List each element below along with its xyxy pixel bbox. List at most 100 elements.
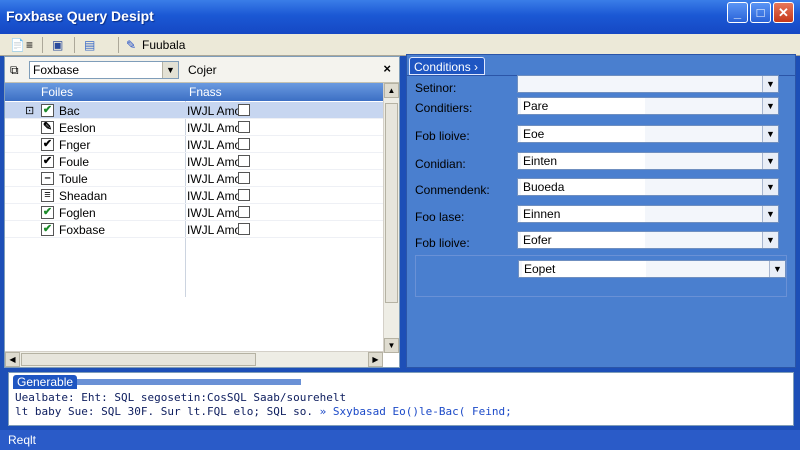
scroll-right-icon[interactable]: ▶ <box>368 352 383 367</box>
table-row[interactable]: ✔ Foglen IWJL Amo <box>5 204 383 221</box>
tree-node-icon[interactable]: ⊡ <box>25 104 34 117</box>
include-checkbox[interactable] <box>238 172 250 184</box>
field-type: IWJL Amo <box>187 155 242 169</box>
include-checkbox[interactable] <box>238 121 250 133</box>
table-row[interactable]: ⊡ ✔ Bac IWJL Amo <box>5 102 383 119</box>
table-row[interactable]: ✔ Foxbase IWJL Amo <box>5 221 383 238</box>
conditions-panel: Conditions › Setinor: ▼ Conditiers: Pare… <box>406 54 796 368</box>
field-name: Eeslon <box>59 121 96 135</box>
field-type: IWJL Amo <box>187 206 242 220</box>
minimize-button[interactable]: _ <box>727 2 748 23</box>
window-title: Foxbase Query Desipt <box>6 8 154 24</box>
condition-value: Einten <box>521 153 645 169</box>
include-checkbox[interactable] <box>238 138 250 150</box>
table-icon[interactable]: ▤ <box>84 36 95 54</box>
table-row[interactable]: ≡ Sheadan IWJL Amo <box>5 187 383 204</box>
include-checkbox[interactable] <box>238 104 250 116</box>
scroll-up-icon[interactable]: ▲ <box>384 83 399 98</box>
maximize-button[interactable]: □ <box>750 2 771 23</box>
toolbar-separator <box>74 37 75 53</box>
field-type: IWJL Amo <box>187 121 242 135</box>
sql-line[interactable]: lt baby Sue: SQL 30F. Sur lt.FQL elo; SQ… <box>15 405 512 418</box>
sql-line[interactable]: Uealbate: Eht: SQL segosetin:CosSQL Saab… <box>15 391 346 404</box>
row-checkbox[interactable]: ✔ <box>41 206 54 219</box>
list-icon[interactable]: ≡ <box>26 36 33 54</box>
extra-condition-group: Eopet ▼ <box>415 255 787 297</box>
chevron-down-icon[interactable]: ▼ <box>162 62 178 78</box>
table-row[interactable]: ✎ Eeslon IWJL Amo <box>5 119 383 136</box>
chevron-down-icon[interactable]: ▼ <box>762 98 778 114</box>
condition-select[interactable]: Einnen ▼ <box>517 205 779 223</box>
include-checkbox[interactable] <box>238 206 250 218</box>
row-checkbox[interactable]: ✔ <box>41 138 54 151</box>
condition-value: Eofer <box>521 232 645 248</box>
field-type: IWJL Amo <box>187 172 242 186</box>
condition-value: Pare <box>521 98 645 114</box>
chevron-down-icon[interactable]: ▼ <box>769 261 785 277</box>
chevron-down-icon[interactable]: ▼ <box>762 179 778 195</box>
edit-icon[interactable]: ✎ <box>126 36 136 54</box>
field-name: Foule <box>59 155 90 169</box>
field-name: Sheadan <box>59 189 108 203</box>
field-name: Foxbase <box>59 223 106 237</box>
include-checkbox[interactable] <box>238 189 250 201</box>
tab-conditions[interactable]: Conditions › <box>409 57 485 75</box>
condition-select[interactable]: Pare ▼ <box>517 97 779 115</box>
condition-select[interactable]: Eopet ▼ <box>518 260 786 278</box>
source-combo[interactable]: Foxbase ▼ <box>29 61 179 79</box>
condition-select[interactable]: Eofer ▼ <box>517 231 779 249</box>
field-type: IWJL Amo <box>187 189 242 203</box>
table-row[interactable]: – Toule IWJL Amo <box>5 170 383 187</box>
horizontal-scrollbar[interactable]: ◀ ▶ <box>5 351 383 367</box>
row-checkbox[interactable]: – <box>41 172 54 185</box>
generated-sql-panel: Generable Uealbate: Eht: SQL segosetin:C… <box>8 372 794 426</box>
source-bar: ⧉ Foxbase ▼ Cojer × <box>5 57 399 83</box>
field-name: Foglen <box>59 206 96 220</box>
condition-select[interactable]: Einten ▼ <box>517 152 779 170</box>
close-icon[interactable]: × <box>383 61 391 76</box>
field-type: IWJL Amo <box>187 223 242 237</box>
column-header-fields[interactable]: Foiles <box>41 85 73 99</box>
condition-label: Conmendenk: <box>415 183 490 197</box>
source-combo-value: Foxbase <box>33 63 80 77</box>
condition-select[interactable]: Buoeda ▼ <box>517 178 779 196</box>
table-row[interactable]: ✔ Foule IWJL Amo <box>5 153 383 170</box>
scroll-down-icon[interactable]: ▼ <box>384 338 399 353</box>
scroll-thumb[interactable] <box>385 103 398 303</box>
condition-label: Setinor: <box>415 81 457 95</box>
vertical-scrollbar[interactable]: ▲ ▼ <box>383 83 399 353</box>
toolbar-separator <box>118 37 119 53</box>
database-icon: ⧉ <box>10 63 19 77</box>
row-checkbox[interactable]: ≡ <box>41 189 54 202</box>
condition-label: Fob lioive: <box>415 129 470 143</box>
include-checkbox[interactable] <box>238 155 250 167</box>
row-checkbox[interactable]: ✎ <box>41 121 54 134</box>
save-icon[interactable]: ▣ <box>52 36 63 54</box>
condition-label: Conidian: <box>415 157 466 171</box>
chevron-down-icon[interactable]: ▼ <box>762 206 778 222</box>
chevron-down-icon[interactable]: ▼ <box>762 232 778 248</box>
condition-select[interactable]: Eoe ▼ <box>517 125 779 143</box>
column-header-type[interactable]: Fnass <box>189 85 222 99</box>
row-checkbox[interactable]: ✔ <box>41 104 54 117</box>
chevron-down-icon[interactable]: ▼ <box>762 76 778 92</box>
row-checkbox[interactable]: ✔ <box>41 223 54 236</box>
field-name: Fnger <box>59 138 91 152</box>
table-row[interactable]: ✔ Fnger IWJL Amo <box>5 136 383 153</box>
include-checkbox[interactable] <box>238 223 250 235</box>
fields-grid-header: Foiles Fnass <box>5 83 383 101</box>
condition-label: Foo lase: <box>415 210 465 224</box>
condition-value: Buoeda <box>521 179 645 195</box>
close-button[interactable]: ✕ <box>773 2 794 23</box>
chevron-down-icon[interactable]: ▼ <box>762 153 778 169</box>
condition-label: Conditiers: <box>415 101 473 115</box>
title-bar: Foxbase Query Desipt _ □ ✕ <box>0 0 800 34</box>
toolbar-fuubala-button[interactable]: Fuubala <box>142 36 185 54</box>
sql-text: lt baby Sue: SQL 30F. Sur lt.FQL elo; SQ… <box>15 405 320 418</box>
new-query-icon[interactable]: 📄 <box>10 36 25 54</box>
scroll-left-icon[interactable]: ◀ <box>5 352 20 367</box>
condition-select[interactable]: ▼ <box>517 75 779 93</box>
chevron-down-icon[interactable]: ▼ <box>762 126 778 142</box>
scroll-thumb[interactable] <box>21 353 256 366</box>
row-checkbox[interactable]: ✔ <box>41 155 54 168</box>
